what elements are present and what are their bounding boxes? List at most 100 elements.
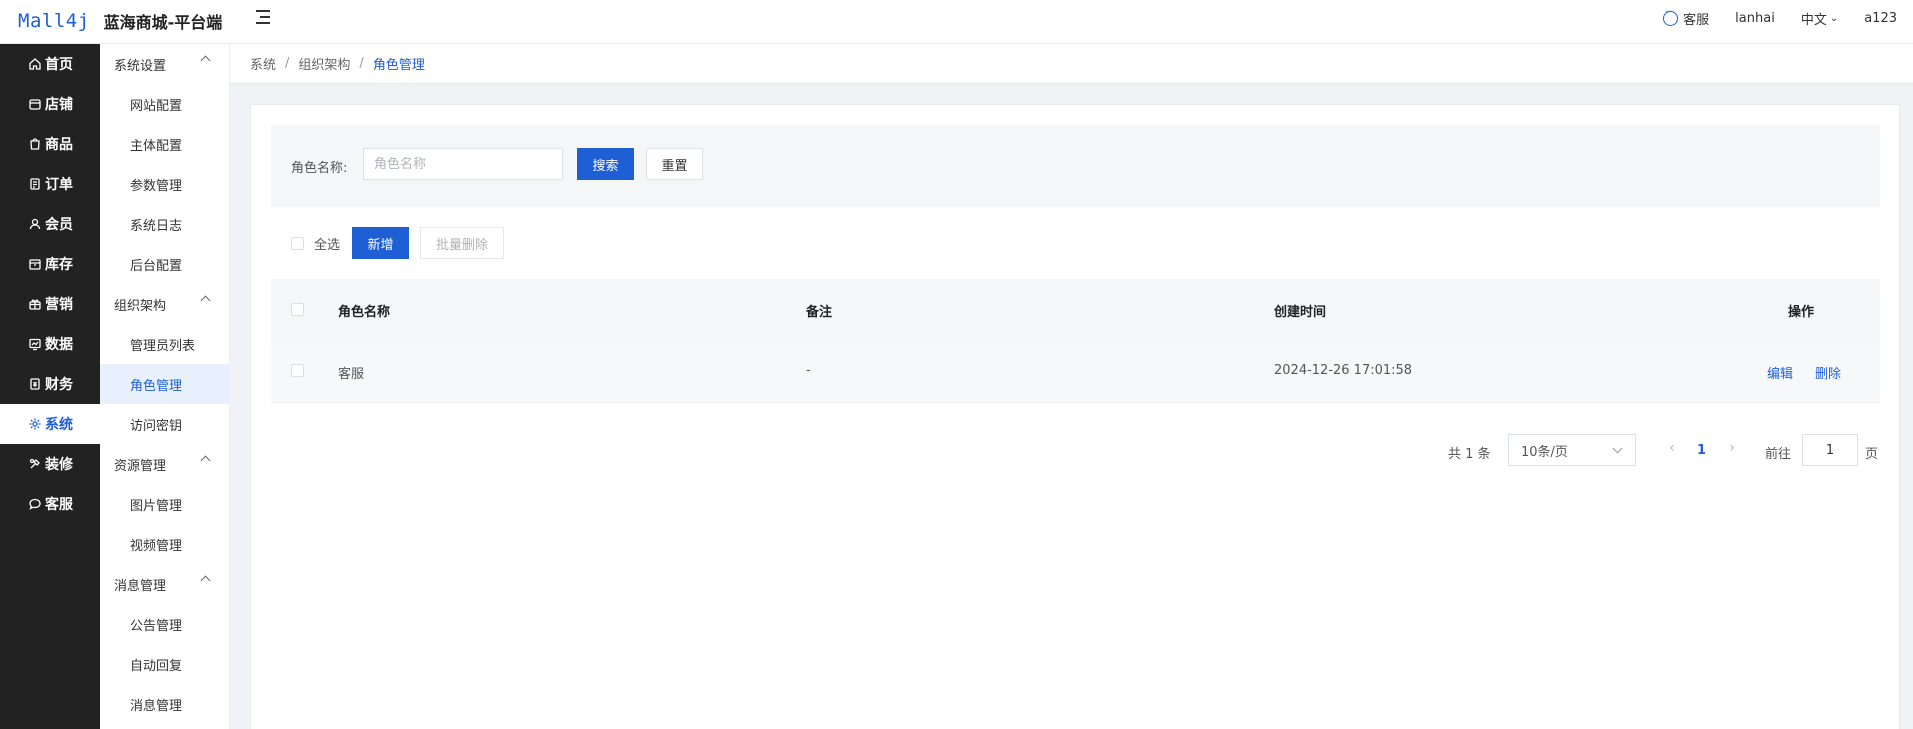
search-button[interactable]: 搜索 (577, 148, 634, 180)
shop-icon (28, 97, 42, 111)
submenu-item-system-log[interactable]: 系统日志 (100, 204, 229, 244)
nav-home[interactable]: 首页 (0, 44, 100, 84)
submenu-group-messages[interactable]: 消息管理 (100, 564, 229, 604)
select-all-checkbox[interactable] (291, 237, 304, 250)
cell-remark: - (806, 363, 811, 378)
app-title: 蓝海商城-平台端 (103, 13, 223, 32)
nav-label: 数据 (45, 337, 73, 353)
submenu-group-label: 资源管理 (114, 458, 167, 474)
nav-member[interactable]: 会员 (0, 204, 100, 244)
nav-label: 装修 (45, 457, 73, 473)
submenu-item-images[interactable]: 图片管理 (100, 484, 229, 524)
chevron-up-icon (200, 295, 211, 306)
nav-marketing[interactable]: 营销 (0, 284, 100, 324)
nav-product[interactable]: 商品 (0, 124, 100, 164)
collapse-menu-icon[interactable] (256, 8, 274, 26)
delete-link[interactable]: 删除 (1815, 363, 1841, 382)
table-header: 角色名称 备注 创建时间 操作 (271, 279, 1880, 339)
goto-page-input[interactable] (1802, 434, 1858, 466)
submenu-group-resources[interactable]: 资源管理 (100, 444, 229, 484)
search-label: 角色名称: (291, 161, 348, 176)
breadcrumb-separator: / (359, 56, 364, 71)
home-icon (28, 57, 42, 71)
submenu-item-announcements[interactable]: 公告管理 (100, 604, 229, 644)
nav-label: 首页 (45, 57, 73, 73)
submenu-item-message-management[interactable]: 消息管理 (100, 684, 229, 724)
nav-shop[interactable]: 店铺 (0, 84, 100, 124)
nav-label: 订单 (45, 177, 73, 193)
submenu-item-parameters[interactable]: 参数管理 (100, 164, 229, 204)
submenu-item-entity-config[interactable]: 主体配置 (100, 124, 229, 164)
nav-label: 客服 (45, 497, 73, 513)
customer-service-button[interactable]: 客服 (1663, 7, 1710, 28)
chevron-up-icon (200, 575, 211, 586)
submenu-item-backend-config[interactable]: 后台配置 (100, 244, 229, 284)
breadcrumb-item[interactable]: 组织架构 (298, 54, 350, 73)
nav-system[interactable]: 系统 (0, 404, 100, 444)
batch-delete-button[interactable]: 批量删除 (420, 227, 504, 259)
nav-label: 营销 (45, 297, 73, 313)
pagination-total: 共 1 条 (1448, 447, 1491, 462)
marketing-icon (28, 297, 42, 311)
reset-button[interactable]: 重置 (646, 148, 703, 180)
breadcrumb-item[interactable]: 系统 (250, 54, 276, 73)
breadcrumb-current: 角色管理 (372, 58, 425, 73)
role-name-search-input[interactable] (363, 148, 563, 180)
chevron-up-icon (200, 55, 211, 66)
nav-label: 系统 (45, 417, 73, 433)
add-button[interactable]: 新增 (352, 227, 409, 259)
secondary-sidebar: 系统设置 网站配置 主体配置 参数管理 系统日志 后台配置 组织架构 管理员列表… (100, 44, 230, 729)
inventory-icon (28, 257, 42, 271)
cell-role-name: 客服 (338, 367, 365, 382)
account-name[interactable]: a123 (1864, 11, 1897, 26)
page-suffix: 页 (1865, 447, 1879, 462)
page-size-select[interactable]: 10条/页 (1508, 434, 1636, 466)
submenu-item-videos[interactable]: 视频管理 (100, 524, 229, 564)
header-checkbox[interactable] (291, 303, 304, 316)
submenu-item-role-management[interactable]: 角色管理 (100, 364, 229, 404)
logo[interactable]: Mall4j 蓝海商城-平台端 (18, 6, 222, 36)
next-page-icon[interactable]: › (1724, 440, 1740, 460)
order-icon (28, 177, 42, 191)
data-icon (28, 337, 42, 351)
language-switcher[interactable]: 中文 ⌄ (1801, 9, 1838, 28)
roles-table: 角色名称 备注 创建时间 操作 客服 - 2024-12-26 17:01:58… (271, 279, 1880, 403)
main-card: 角色名称: 搜索 重置 全选 新增 批量删除 角色名称 备注 创建时间 操作 客… (250, 104, 1900, 729)
submenu-group-organization[interactable]: 组织架构 (100, 284, 229, 324)
nav-data[interactable]: 数据 (0, 324, 100, 364)
column-header-role-name: 角色名称 (338, 305, 391, 320)
row-checkbox[interactable] (291, 364, 304, 377)
nav-chat[interactable]: 客服 (0, 484, 100, 524)
page-size-value: 10条/页 (1521, 444, 1568, 460)
prev-page-icon[interactable]: ‹ (1664, 440, 1680, 460)
member-icon (28, 217, 42, 231)
table-row: 客服 - 2024-12-26 17:01:58 编辑 删除 (271, 339, 1880, 403)
submenu-item-auto-reply[interactable]: 自动回复 (100, 644, 229, 684)
nav-order[interactable]: 订单 (0, 164, 100, 204)
select-all-label: 全选 (314, 238, 341, 253)
chat-icon (28, 497, 42, 511)
chevron-up-icon (200, 455, 211, 466)
product-icon (28, 137, 42, 151)
chat-bubble-icon (1663, 7, 1679, 26)
username[interactable]: lanhai (1735, 11, 1775, 26)
cell-created: 2024-12-26 17:01:58 (1274, 363, 1413, 378)
breadcrumb-separator: / (285, 56, 290, 71)
logo-mark: Mall4j (18, 10, 90, 32)
nav-inventory[interactable]: 库存 (0, 244, 100, 284)
submenu-item-admin-list[interactable]: 管理员列表 (100, 324, 229, 364)
submenu-group-system-settings[interactable]: 系统设置 (100, 44, 229, 84)
primary-sidebar: 首页 店铺 商品 订单 会员 库存 营销 数据 财务 系统 装修 客服 (0, 44, 100, 729)
column-header-remark: 备注 (806, 305, 833, 320)
nav-label: 店铺 (45, 97, 73, 113)
page-number[interactable]: 1 (1697, 443, 1706, 458)
decoration-icon (28, 457, 42, 471)
nav-finance[interactable]: 财务 (0, 364, 100, 404)
column-header-created: 创建时间 (1274, 305, 1327, 320)
edit-link[interactable]: 编辑 (1767, 363, 1793, 382)
submenu-item-website-config[interactable]: 网站配置 (100, 84, 229, 124)
submenu-item-access-keys[interactable]: 访问密钥 (100, 404, 229, 444)
finance-icon (28, 377, 42, 391)
nav-decoration[interactable]: 装修 (0, 444, 100, 484)
customer-service-label: 客服 (1683, 12, 1710, 28)
